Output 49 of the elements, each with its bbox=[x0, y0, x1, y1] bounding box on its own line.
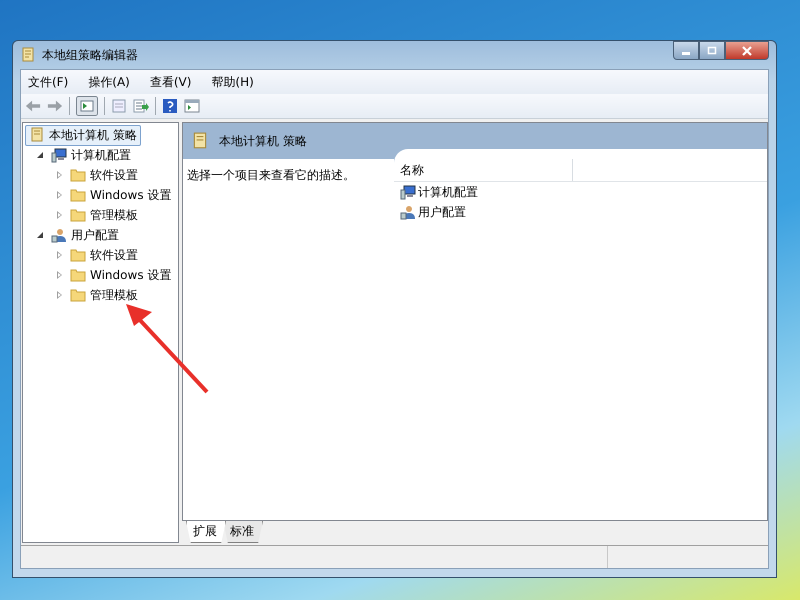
tree-item[interactable]: Windows 设置 bbox=[66, 264, 176, 286]
minimize-button[interactable] bbox=[673, 41, 699, 60]
view-tab[interactable]: 扩展 bbox=[186, 521, 226, 543]
scroll-icon bbox=[20, 47, 36, 63]
tree-item[interactable]: 本地计算机 策略 bbox=[25, 124, 141, 146]
tree-item[interactable]: 管理模板 bbox=[66, 204, 142, 226]
header-title: 本地计算机 策略 bbox=[219, 132, 307, 150]
forward-arrow-icon[interactable] bbox=[47, 98, 63, 114]
user-icon bbox=[400, 204, 416, 220]
tree-item[interactable]: Windows 设置 bbox=[66, 184, 176, 206]
close-icon bbox=[742, 46, 752, 56]
menu-item[interactable]: 文件(F) bbox=[28, 74, 68, 90]
scroll-icon bbox=[29, 127, 45, 143]
tree-item[interactable]: 用户配置 bbox=[47, 224, 123, 246]
menu-item[interactable]: 查看(V) bbox=[150, 74, 192, 90]
tree-pane-icon[interactable] bbox=[76, 96, 98, 116]
back-arrow-icon[interactable] bbox=[25, 98, 41, 114]
help-icon[interactable] bbox=[162, 98, 178, 114]
user-icon bbox=[51, 227, 67, 243]
list-item[interactable]: 用户配置 bbox=[394, 202, 470, 222]
computer-icon bbox=[400, 184, 416, 200]
computer-icon bbox=[51, 147, 67, 163]
window-title: 本地组策略编辑器 bbox=[42, 46, 138, 64]
action-pane-icon[interactable] bbox=[184, 98, 200, 114]
column-header[interactable]: 名称 bbox=[394, 159, 573, 181]
folder-icon bbox=[70, 167, 86, 183]
view-tab[interactable]: 标准 bbox=[223, 521, 263, 543]
menu-item[interactable]: 帮助(H) bbox=[211, 74, 254, 90]
folder-icon bbox=[70, 247, 86, 263]
properties-icon[interactable] bbox=[111, 98, 127, 114]
folder-icon bbox=[70, 287, 86, 303]
expander-icon[interactable] bbox=[37, 152, 43, 158]
scroll-icon bbox=[191, 132, 209, 150]
tree-item[interactable]: 管理模板 bbox=[66, 284, 142, 306]
tree-item[interactable]: 软件设置 bbox=[66, 244, 142, 266]
tree-item[interactable]: 计算机配置 bbox=[47, 144, 135, 166]
description-text: 选择一个项目来查看它的描述。 bbox=[187, 168, 355, 182]
list-item[interactable]: 计算机配置 bbox=[394, 182, 482, 202]
expander-icon[interactable] bbox=[37, 232, 43, 238]
maximize-button[interactable] bbox=[699, 41, 725, 60]
menu-item[interactable]: 操作(A) bbox=[88, 74, 130, 90]
maximize-icon bbox=[707, 46, 717, 56]
close-button[interactable] bbox=[725, 41, 769, 60]
folder-icon bbox=[70, 267, 86, 283]
export-list-icon[interactable] bbox=[133, 98, 149, 114]
folder-icon bbox=[70, 207, 86, 223]
folder-icon bbox=[70, 187, 86, 203]
minimize-icon bbox=[682, 52, 690, 54]
tree-item[interactable]: 软件设置 bbox=[66, 164, 142, 186]
